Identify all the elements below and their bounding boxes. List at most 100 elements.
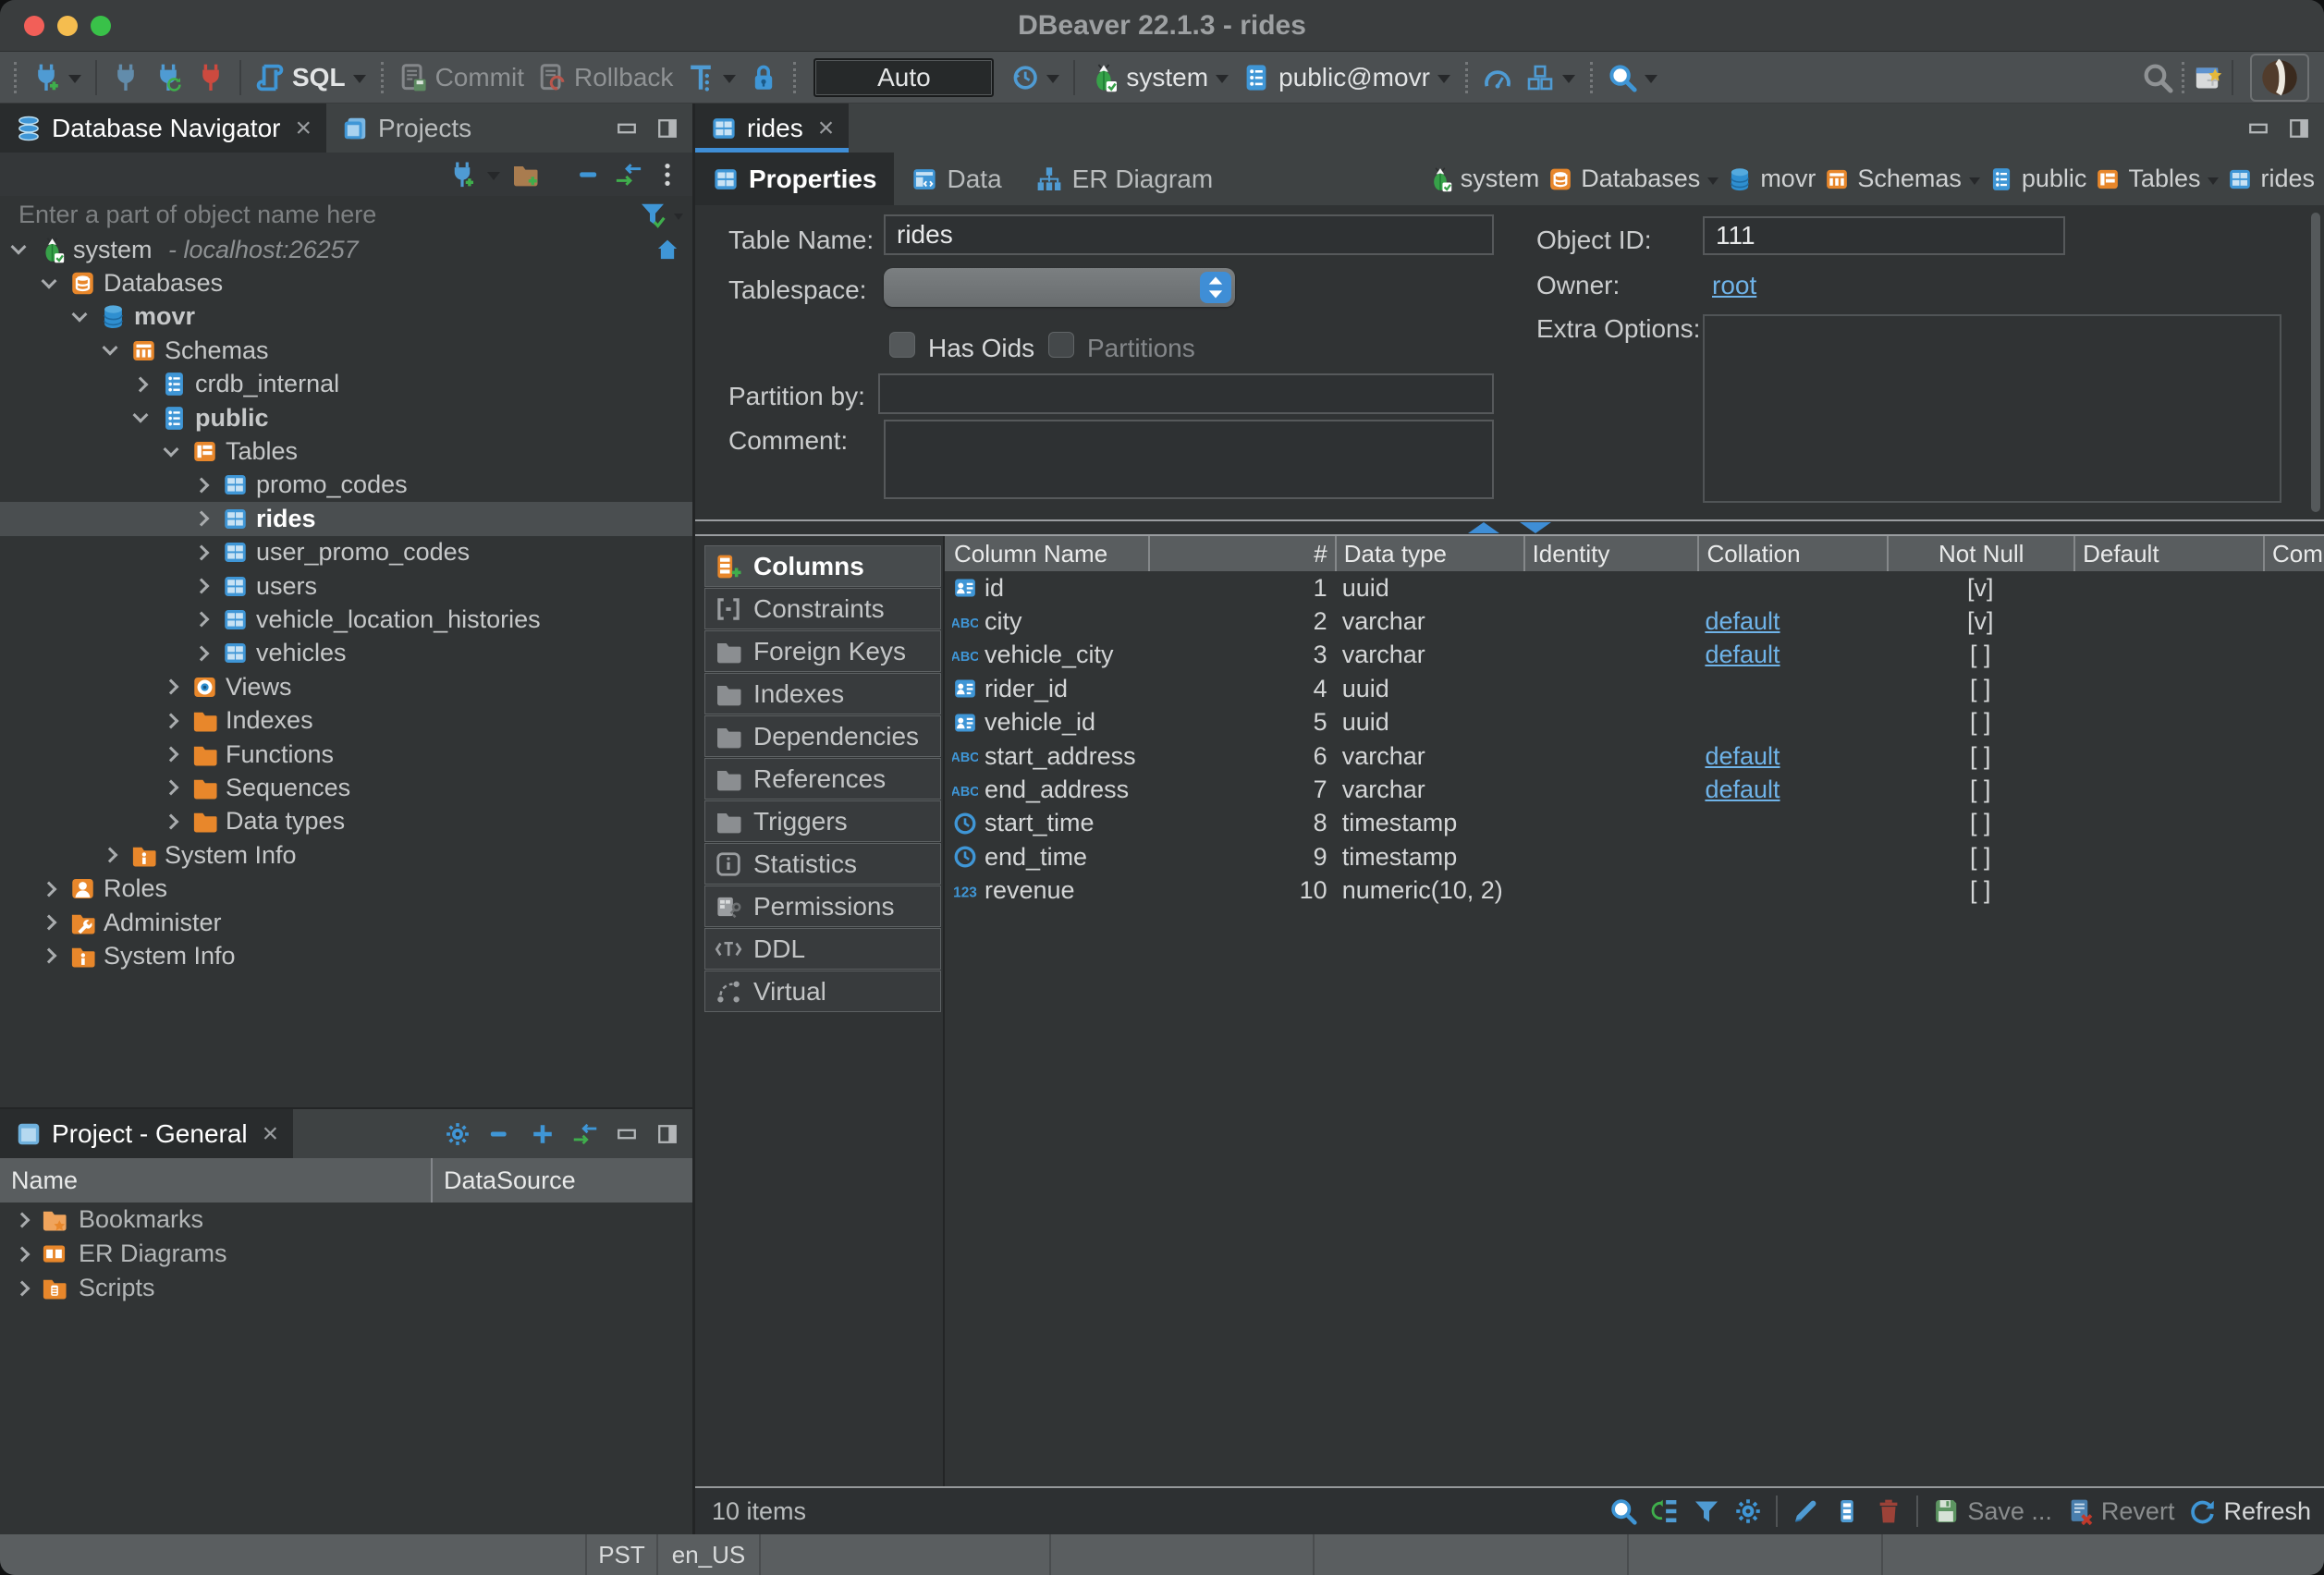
cell-data-type[interactable]: uuid <box>1335 574 1523 603</box>
invalidate-reconnect-button[interactable] <box>147 55 190 100</box>
cell-collation[interactable]: default <box>1697 742 1887 771</box>
status-timezone[interactable]: PST <box>585 1534 656 1575</box>
cell-ordinal[interactable]: 8 <box>1148 809 1335 837</box>
chevron-down-icon[interactable] <box>487 172 500 180</box>
grid-header-data-type[interactable]: Data type <box>1335 536 1523 571</box>
tab-project-general[interactable]: Project - General × <box>0 1109 293 1158</box>
collation-link[interactable]: default <box>1705 742 1780 770</box>
chevron-right-icon[interactable] <box>42 881 57 897</box>
cell-ordinal[interactable]: 4 <box>1148 675 1335 703</box>
cell-not-null[interactable]: [ ] <box>1887 675 2073 703</box>
table-row-revenue[interactable]: 123revenue10numeric(10, 2)[ ] <box>945 874 2324 908</box>
detail-tab-ddl[interactable]: DDL <box>704 928 941 970</box>
search-metadata-button[interactable] <box>1601 55 1664 100</box>
cell-ordinal[interactable]: 1 <box>1148 574 1335 603</box>
breadcrumb-databases[interactable]: Databases <box>1547 165 1719 193</box>
tree-item-user-promo-codes[interactable]: user_promo_codes <box>0 536 692 569</box>
detail-tab-triggers[interactable]: Triggers <box>704 800 941 842</box>
cell-column-name[interactable]: ABCcity <box>945 607 1148 636</box>
chevron-right-icon[interactable] <box>164 813 179 829</box>
chevron-right-icon[interactable] <box>194 612 210 628</box>
cell-not-null[interactable]: [ ] <box>1887 708 2073 737</box>
minimize-window-button[interactable] <box>57 16 78 36</box>
sql-editor-button[interactable]: SQL <box>249 55 373 100</box>
breadcrumb-movr[interactable]: movr <box>1727 165 1816 193</box>
detail-tab-statistics[interactable]: Statistics <box>704 843 941 885</box>
tree-item-promo-codes[interactable]: promo_codes <box>0 469 692 502</box>
chevron-right-icon[interactable] <box>42 948 57 964</box>
tree-item-system-info[interactable]: System Info <box>0 939 692 972</box>
collation-link[interactable]: default <box>1705 775 1780 803</box>
owner-link[interactable]: root <box>1712 271 1756 300</box>
cell-data-type[interactable]: varchar <box>1335 775 1523 804</box>
minimize-panel-icon[interactable] <box>615 116 639 140</box>
cell-collation[interactable]: default <box>1697 641 1887 669</box>
chevron-right-icon[interactable] <box>194 477 210 493</box>
tree-item-sequences[interactable]: Sequences <box>0 771 692 804</box>
table-row-vehicle-id[interactable]: vehicle_id5uuid[ ] <box>945 706 2324 739</box>
chevron-right-icon[interactable] <box>164 747 179 763</box>
extra-options-box[interactable] <box>1703 314 2281 503</box>
collapse-all-icon[interactable] <box>576 161 604 189</box>
new-folder-icon[interactable] <box>511 161 539 189</box>
grid-header-comm[interactable]: Comm <box>2263 536 2324 571</box>
active-schema-select[interactable]: public@movr <box>1235 55 1457 100</box>
tablespace-select[interactable] <box>884 268 1235 307</box>
cell-ordinal[interactable]: 10 <box>1148 876 1335 905</box>
commit-button[interactable]: Commit <box>392 55 531 100</box>
connect-button[interactable] <box>104 55 147 100</box>
cell-ordinal[interactable]: 7 <box>1148 775 1335 804</box>
close-icon[interactable]: × <box>295 113 312 144</box>
chevron-down-icon[interactable] <box>164 441 179 457</box>
gear-icon[interactable] <box>1734 1497 1762 1525</box>
cell-column-name[interactable]: id <box>945 574 1148 603</box>
breadcrumb-public[interactable]: public <box>1988 165 2087 193</box>
cell-collation[interactable]: default <box>1697 775 1887 804</box>
filter-icon[interactable] <box>639 201 667 228</box>
table-row-vehicle-city[interactable]: ABCvehicle_city3varchardefault[ ] <box>945 639 2324 672</box>
project-item-scripts[interactable]: Scripts <box>0 1271 692 1305</box>
cell-column-name[interactable]: ABCvehicle_city <box>945 641 1148 669</box>
cell-not-null[interactable]: [ ] <box>1887 641 2073 669</box>
chevron-right-icon[interactable] <box>133 376 149 392</box>
cell-ordinal[interactable]: 9 <box>1148 843 1335 872</box>
chevron-down-icon[interactable] <box>723 75 736 83</box>
minimize-panel-icon[interactable] <box>615 1122 639 1146</box>
table-row-city[interactable]: ABCcity2varchardefault[v] <box>945 604 2324 638</box>
expand-all-icon[interactable] <box>530 1121 556 1147</box>
grid-header-not-null[interactable]: Not Null <box>1887 536 2073 571</box>
table-row-start-time[interactable]: start_time8timestamp[ ] <box>945 807 2324 840</box>
chevron-down-icon[interactable] <box>11 239 27 255</box>
chevron-right-icon[interactable] <box>15 1246 31 1262</box>
cell-column-name[interactable]: end_time <box>945 843 1148 872</box>
cell-not-null[interactable]: [v] <box>1887 574 2073 603</box>
maximize-panel-icon[interactable] <box>655 1122 679 1146</box>
chevron-down-icon[interactable] <box>1645 75 1657 83</box>
detail-tab-columns[interactable]: Columns <box>704 545 941 587</box>
chevron-right-icon[interactable] <box>194 544 210 560</box>
tree-item-views[interactable]: Views <box>0 670 692 703</box>
refresh-columns-icon[interactable] <box>1651 1497 1679 1525</box>
filter-icon[interactable] <box>1693 1497 1720 1525</box>
cell-data-type[interactable]: varchar <box>1335 742 1523 771</box>
editor-tab-rides[interactable]: rides × <box>695 104 849 153</box>
link-with-editor-icon[interactable] <box>615 161 642 189</box>
cell-not-null[interactable]: [ ] <box>1887 876 2073 905</box>
comment-textarea[interactable] <box>884 420 1494 499</box>
table-row-rider-id[interactable]: rider_id4uuid[ ] <box>945 672 2324 705</box>
close-icon[interactable]: × <box>818 113 835 144</box>
active-connection-select[interactable]: system <box>1082 55 1235 100</box>
close-icon[interactable]: × <box>263 1118 279 1150</box>
chevron-down-icon[interactable] <box>133 408 149 423</box>
section-splitter[interactable] <box>695 519 2324 536</box>
tree-item-roles[interactable]: Roles <box>0 872 692 905</box>
tree-item-rides[interactable]: rides <box>0 502 692 535</box>
chevron-down-icon[interactable] <box>1216 75 1229 83</box>
cell-not-null[interactable]: [ ] <box>1887 809 2073 837</box>
chevron-right-icon[interactable] <box>194 511 210 527</box>
cell-not-null[interactable]: [v] <box>1887 607 2073 636</box>
maximize-panel-icon[interactable] <box>2287 116 2311 140</box>
chevron-down-icon[interactable] <box>42 273 57 288</box>
expand-up-icon[interactable] <box>1468 522 1499 533</box>
status-locale[interactable]: en_US <box>656 1534 759 1575</box>
